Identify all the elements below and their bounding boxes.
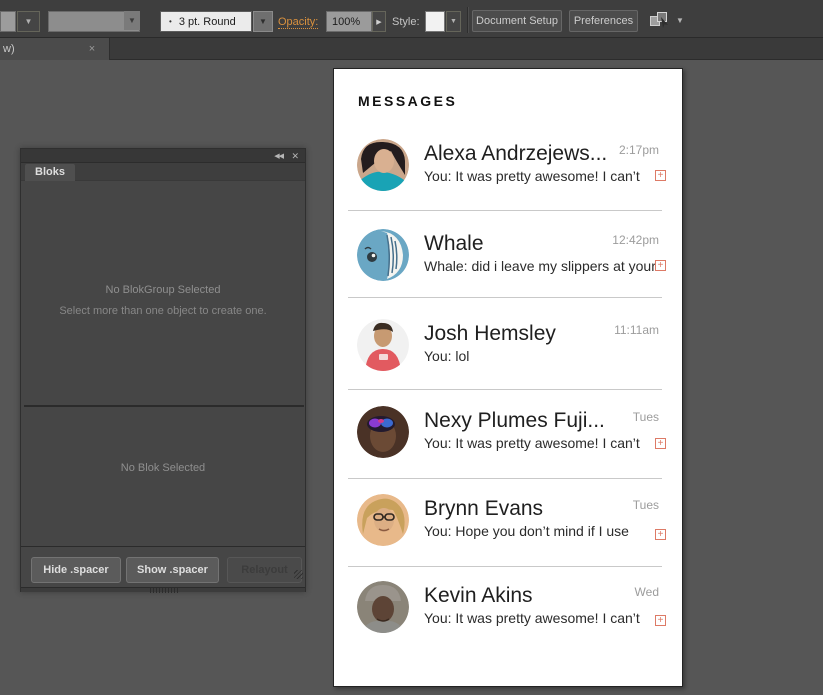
style-label: Style: [392,16,420,28]
blokgroup-section: No BlokGroup Selected Select more than o… [21,181,305,405]
blok-section: No Blok Selected [21,407,305,546]
preferences-button[interactable]: Preferences [569,10,638,32]
opacity-input[interactable]: 100% [326,11,372,32]
row-divider [348,478,662,479]
contact-name: Josh Hemsley [424,322,556,345]
hide-spacer-button[interactable]: Hide .spacer [31,557,121,583]
message-list-item[interactable]: Josh Hemsley 11:11am You: lol [334,319,682,379]
contact-name: Whale [424,232,484,255]
blokgroup-hint-text: Select more than one object to create on… [59,305,267,317]
document-tab-bar: w) × [0,38,823,60]
message-preview: You: It was pretty awesome! I can’t [424,168,640,184]
bloks-tab-strip: Bloks [21,163,305,181]
message-preview: You: It was pretty awesome! I can’t [424,435,640,451]
message-list-item[interactable]: Brynn Evans Tues You: Hope you don’t min… [334,494,682,554]
avatar [357,406,409,458]
close-icon[interactable]: ✕ [291,151,299,162]
stroke-style-value: 3 pt. Round [178,15,236,28]
row-divider [348,566,662,567]
stroke-bullet-icon: • [169,17,172,26]
avatar [357,494,409,546]
resize-grip-icon[interactable] [294,570,303,579]
chevron-down-icon[interactable]: ▼ [124,11,140,30]
chevron-down-icon[interactable]: ▼ [17,11,40,32]
messages-artboard: MESSAGES Alexa Andrzejews... 2:17pm You:… [333,68,683,687]
no-blok-text: No Blok Selected [120,462,206,474]
row-divider [348,297,662,298]
avatar [357,319,409,371]
relayout-button-disabled: Relayout [227,557,302,583]
message-list-item[interactable]: Alexa Andrzejews... 2:17pm You: It was p… [334,139,682,199]
stroke-style-dropdown[interactable]: • 3 pt. Round [160,11,252,32]
message-time: 11:11am [614,323,659,337]
brush-definition-dropdown[interactable]: ▼ [48,11,140,32]
message-preview: You: Hope you don’t mind if I use [424,523,629,539]
message-time: 2:17pm [618,143,659,157]
bloks-panel-header[interactable]: ◀◀ ✕ [21,149,305,163]
drag-handle-icon[interactable] [150,588,178,593]
row-divider [348,389,662,390]
show-spacer-button[interactable]: Show .spacer [126,557,219,583]
message-list-item[interactable]: Kevin Akins Wed You: It was pretty aweso… [334,581,682,641]
avatar [357,139,409,191]
chevron-down-icon[interactable]: ▼ [253,11,273,32]
toolbar-divider [467,7,469,33]
message-list-item[interactable]: Whale 12:42pm Whale: did i leave my slip… [334,229,682,289]
opacity-link[interactable]: Opacity: [278,16,319,29]
bloks-panel: ◀◀ ✕ Bloks No BlokGroup Selected Select … [20,148,306,593]
variable-width-profile-swatch[interactable] [0,11,16,32]
bloks-panel-footer [21,587,305,593]
document-tab[interactable]: w) × [0,38,110,60]
document-setup-button[interactable]: Document Setup [472,10,562,32]
avatar [357,229,409,281]
stepper-arrow-icon[interactable]: ▶ [372,11,386,32]
collapse-panel-icon[interactable]: ◀◀ [274,152,284,160]
contact-name: Nexy Plumes Fuji... [424,409,605,432]
message-time: Wed [634,585,659,599]
app-window: ▼ ▼ • 3 pt. Round ▼ Opacity: 100% ▶ Styl… [0,0,823,695]
overset-text-icon[interactable]: + [655,260,666,271]
messages-title: MESSAGES [358,93,458,109]
message-preview: You: It was pretty awesome! I can’t [424,610,640,626]
control-toolbar: ▼ ▼ • 3 pt. Round ▼ Opacity: 100% ▶ Styl… [0,0,823,38]
message-time: Tues [632,410,659,424]
contact-name: Brynn Evans [424,497,544,520]
tab-bloks[interactable]: Bloks [25,164,75,181]
message-list-item[interactable]: Nexy Plumes Fuji... Tues You: It was pre… [334,406,682,466]
row-divider [348,210,662,211]
message-time: 12:42pm [612,233,659,247]
chevron-down-icon[interactable]: ▼ [446,11,461,32]
graphic-style-swatch[interactable] [425,11,445,32]
message-preview: You: lol [424,348,470,364]
overset-text-icon[interactable]: + [655,529,666,540]
avatar [357,581,409,633]
document-tab-label: w) [3,43,15,55]
select-similar-icon[interactable] [649,11,673,30]
close-icon[interactable]: × [84,38,100,60]
message-preview: Whale: did i leave my slippers at your [424,258,656,274]
overset-text-icon[interactable]: + [655,170,666,181]
contact-name: Alexa Andrzejews... [424,142,608,165]
message-time: Tues [632,498,659,512]
overset-text-icon[interactable]: + [655,438,666,449]
no-blokgroup-text: No BlokGroup Selected [105,284,221,296]
chevron-down-icon[interactable]: ▼ [676,16,684,25]
overset-text-icon[interactable]: + [655,615,666,626]
bloks-button-bar: Hide .spacer Show .spacer Relayout [21,546,305,587]
contact-name: Kevin Akins [424,584,533,607]
